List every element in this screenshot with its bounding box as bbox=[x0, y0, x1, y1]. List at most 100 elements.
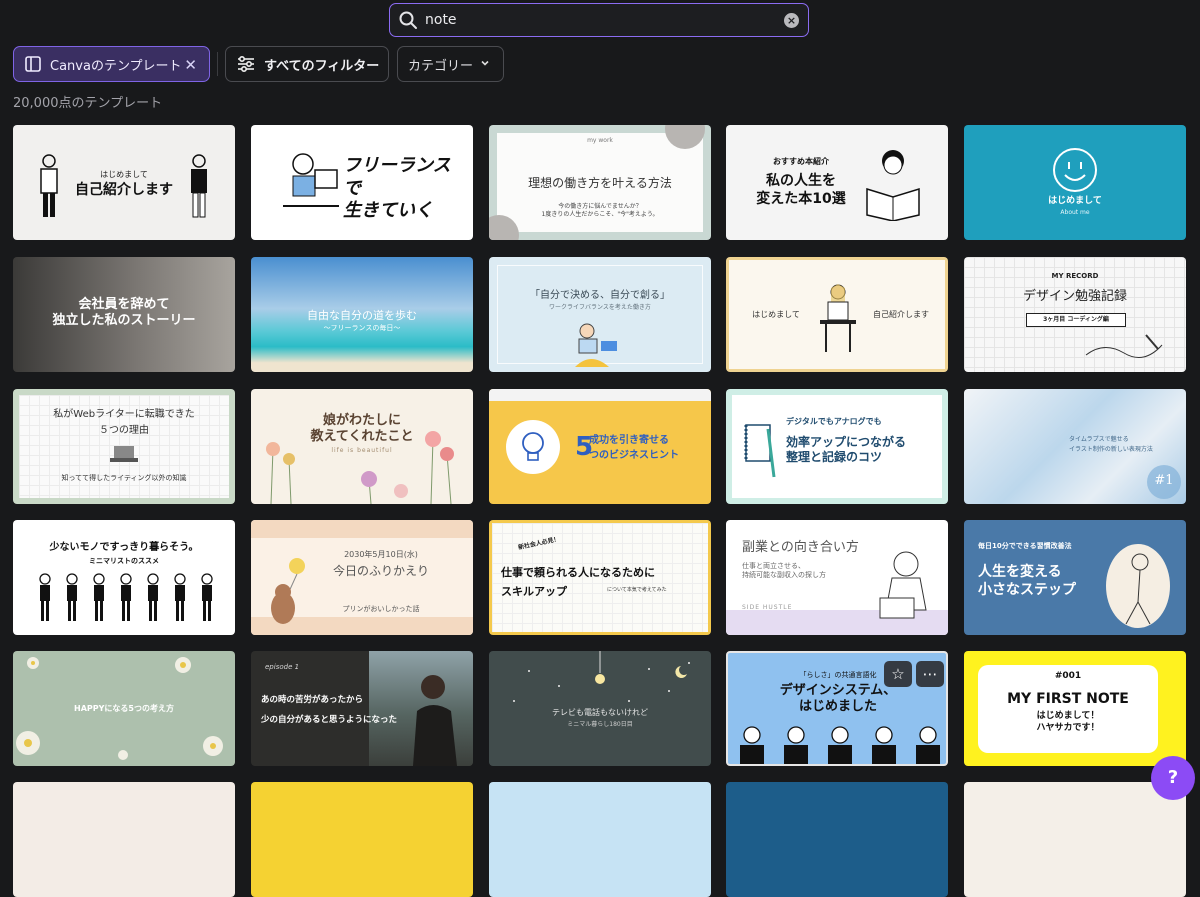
card-subtitle: ミニマリストのススメ bbox=[89, 557, 159, 565]
card-title: フリーランスで 生きていく bbox=[343, 155, 451, 221]
template-card[interactable]: #001 MY FIRST NOTE はじめまして！ ハヤサカです！ bbox=[964, 651, 1186, 766]
people-row-illustration bbox=[39, 573, 213, 621]
card-subtitle: episode 1 bbox=[265, 663, 300, 671]
template-card[interactable]: my work 理想の働き方を叶える方法 今の働き方に悩んでませんか？ 1度きり… bbox=[489, 125, 711, 240]
card-extra: プリンがおいしかった話 bbox=[342, 605, 420, 613]
card-title: デザイン勉強記録 bbox=[1022, 289, 1127, 304]
card-title: はじめまして bbox=[1048, 196, 1102, 206]
template-card[interactable]: 「らしさ」の共通言語化 デザインシステム、 はじめました ☆ ⋯ bbox=[726, 651, 948, 766]
template-card[interactable]: 2030年5月10日(水) 今日のふりかえり プリンがおいしかった話 bbox=[251, 520, 473, 635]
woman-laptop-illustration bbox=[879, 551, 927, 619]
help-button[interactable]: ? bbox=[1151, 756, 1195, 800]
card-title: 人生を変える 小さなステップ bbox=[978, 564, 1076, 598]
card-title: はじめまして bbox=[752, 310, 800, 319]
template-card[interactable]: 「自分で決める、自分で創る」 ワークライフバランスを考えた働き方 bbox=[489, 257, 711, 372]
template-card[interactable]: HAPPYになる5つの考え方 bbox=[13, 651, 235, 766]
laptop-icon bbox=[110, 446, 138, 462]
card-subtitle: About me bbox=[1060, 209, 1090, 216]
template-card[interactable]: デジタルでもアナログでも 効率アップにつながる 整理と記録のコツ bbox=[726, 389, 948, 504]
star-favorite-button[interactable]: ☆ bbox=[884, 661, 912, 687]
reading-person-illustration bbox=[866, 150, 920, 221]
template-card[interactable]: 副業との向き合い方 仕事と両立させる、 持続可能な副収入の探し方 SIDE HU… bbox=[726, 520, 948, 635]
card-subtitle: 今の働き方に悩んでませんか？ 1度きりの人生だからこそ、"今"考えよう。 bbox=[541, 203, 659, 218]
card-title: 私の人生を 変えた本10選 bbox=[756, 173, 846, 207]
template-card[interactable] bbox=[251, 782, 473, 897]
card-title: 「自分で決める、自分で創る」 bbox=[530, 290, 670, 301]
card-title: 成功を引き寄せる つのビジネスヒント bbox=[589, 435, 679, 461]
card-subtitle: 自己紹介します bbox=[873, 310, 929, 319]
smiley-icon bbox=[1053, 148, 1097, 192]
template-card[interactable]: 私がWebライターに転職できた ５つの理由 知ってて得したライティング以外の知識 bbox=[13, 389, 235, 504]
template-card[interactable]: 娘がわたしに 教えてくれたこと life is beautiful bbox=[251, 389, 473, 504]
card-title: 自由な自分の道を歩む bbox=[307, 309, 417, 322]
template-card[interactable] bbox=[489, 782, 711, 897]
template-card[interactable]: 会社員を辞めて 独立した私のストーリー bbox=[13, 257, 235, 372]
template-card[interactable]: フリーランスで 生きていく bbox=[251, 125, 473, 240]
card-subtitle: はじめまして bbox=[100, 170, 148, 179]
template-card[interactable]: はじめまして 自己紹介します bbox=[13, 125, 235, 240]
person-chair-illustration bbox=[1106, 544, 1170, 628]
card-subtitle: 仕事と両立させる、 持続可能な副収入の探し方 bbox=[742, 562, 826, 580]
template-card[interactable]: MY RECORD デザイン勉強記録 3ヶ月目 コーディング編 bbox=[964, 257, 1186, 372]
card-tag: #001 bbox=[1054, 671, 1082, 681]
card-tag: my work bbox=[587, 137, 613, 144]
template-card[interactable]: はじめまして 自己紹介します bbox=[726, 257, 948, 372]
card-tag: MY RECORD bbox=[1051, 272, 1099, 280]
card-tag: #1 bbox=[1154, 473, 1174, 488]
person-laptop-illustration bbox=[575, 323, 617, 367]
card-subtitle: 〜フリーランスの毎日〜 bbox=[323, 324, 401, 332]
card-extra: について本気で考えてみた bbox=[607, 587, 667, 593]
more-options-button[interactable]: ⋯ bbox=[916, 661, 944, 687]
person-illustration bbox=[40, 154, 58, 217]
card-title: 少ないモノですっきり暮らそう。 bbox=[49, 542, 199, 553]
template-card[interactable]: 少ないモノですっきり暮らそう。 ミニマリストのススメ bbox=[13, 520, 235, 635]
person-desk-illustration bbox=[820, 284, 856, 352]
template-card[interactable] bbox=[964, 782, 1186, 897]
pen-hand-illustration bbox=[1085, 334, 1163, 358]
card-title: HAPPYになる5つの考え方 bbox=[74, 704, 174, 713]
flowers-illustration bbox=[266, 431, 454, 504]
card-title: 仕事で頼られる人になるために スキルアップ bbox=[501, 566, 655, 598]
card-title: 効率アップにつながる 整理と記録のコツ bbox=[786, 435, 907, 464]
spiral-binding bbox=[489, 389, 711, 401]
team-illustration bbox=[740, 726, 940, 764]
template-card[interactable] bbox=[13, 782, 235, 897]
card-title: 理想の働き方を叶える方法 bbox=[528, 176, 672, 190]
template-card[interactable]: 5 成功を引き寄せる つのビジネスヒント bbox=[489, 389, 711, 504]
card-subtitle: ミニマル暮らし180日目 bbox=[567, 721, 633, 728]
card-title: イラスト制作の新しい表現方法 bbox=[1069, 446, 1153, 453]
person-at-desk-illustration bbox=[283, 153, 339, 207]
card-title: 今日のふりかえり bbox=[332, 564, 429, 578]
card-subtitle: タイムラプスで魅せる bbox=[1069, 436, 1129, 443]
template-card[interactable]: テレビも電話もないけれど ミニマル暮らし180日目 bbox=[489, 651, 711, 766]
template-card[interactable]: 毎日10分でできる習慣改善法 人生を変える 小さなステップ bbox=[964, 520, 1186, 635]
template-card[interactable]: 新社会人必見！ 仕事で頼られる人になるために スキルアップ について本気で考えて… bbox=[489, 520, 711, 635]
card-title: 自己紹介します bbox=[75, 182, 173, 198]
person-illustration bbox=[191, 154, 207, 218]
card-subtitle: デジタルでもアナログでも bbox=[786, 417, 882, 426]
notebook-pen-illustration bbox=[744, 424, 776, 478]
bear-balloon-illustration bbox=[271, 558, 305, 624]
lightbulb-icon bbox=[506, 420, 560, 474]
template-card[interactable]: はじめまして About me bbox=[964, 125, 1186, 240]
card-title: テレビも電話もないけれど bbox=[552, 708, 648, 717]
template-grid: はじめまして 自己紹介します フリーランスで 生きていく my work 理想の… bbox=[0, 0, 1200, 897]
card-subtitle: おすすめ本紹介 bbox=[773, 157, 829, 166]
card-subtitle: 知ってて得したライティング以外の知識 bbox=[61, 474, 187, 482]
card-subtitle: はじめまして！ ハヤサカです！ bbox=[1036, 711, 1100, 733]
card-subtitle: 3ヶ月目 コーディング編 bbox=[1026, 313, 1126, 327]
card-extra: SIDE HUSTLE bbox=[742, 604, 793, 611]
card-title: 私がWebライターに転職できた ５つの理由 bbox=[53, 409, 195, 436]
card-title: デザインシステム、 はじめました bbox=[779, 683, 897, 715]
template-card[interactable]: タイムラプスで魅せる イラスト制作の新しい表現方法 #1 bbox=[964, 389, 1186, 504]
template-card[interactable]: episode 1 あの時の苦労があったから 少の自分があると思うようになった bbox=[251, 651, 473, 766]
card-subtitle: ワークライフバランスを考えた働き方 bbox=[549, 304, 651, 311]
card-title: 副業との向き合い方 bbox=[742, 540, 859, 555]
card-subtitle: 2030年5月10日(水) bbox=[344, 550, 418, 559]
template-card[interactable]: おすすめ本紹介 私の人生を 変えた本10選 bbox=[726, 125, 948, 240]
watercolor-band bbox=[251, 520, 473, 538]
template-card[interactable]: 自由な自分の道を歩む 〜フリーランスの毎日〜 bbox=[251, 257, 473, 372]
card-subtitle: 毎日10分でできる習慣改善法 bbox=[978, 542, 1072, 550]
template-card[interactable] bbox=[726, 782, 948, 897]
card-title: 会社員を辞めて 独立した私のストーリー bbox=[52, 297, 196, 329]
